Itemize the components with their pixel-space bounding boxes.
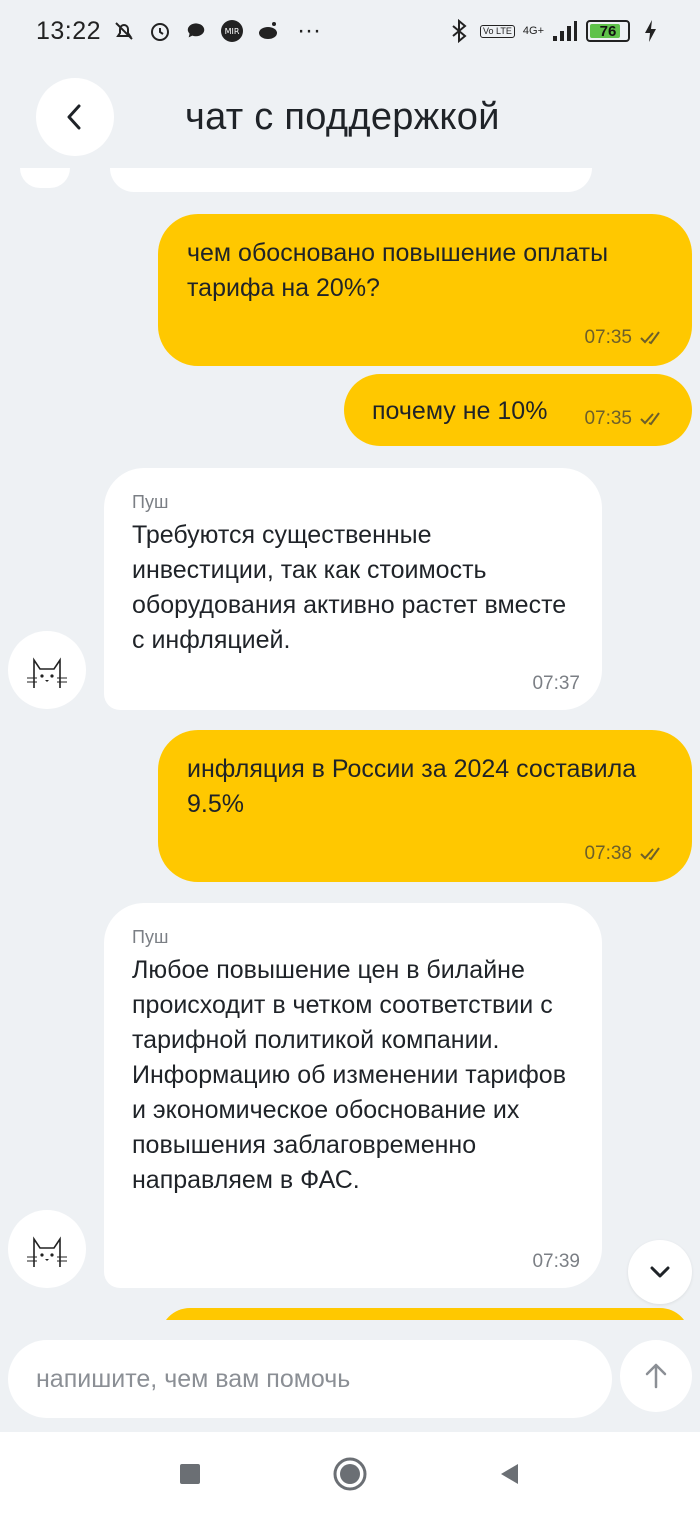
message-text: Любое повышение цен в билайне происходит… xyxy=(132,956,566,1194)
alarm-icon xyxy=(147,18,173,44)
arrow-up-icon xyxy=(645,1363,667,1389)
message-text: почему не 10% xyxy=(372,397,548,425)
double-check-icon xyxy=(640,847,660,861)
chat-header: чат с поддержкой xyxy=(0,72,700,168)
chevron-down-icon xyxy=(650,1266,670,1278)
partial-message xyxy=(110,168,592,192)
system-nav-bar xyxy=(0,1432,700,1517)
message-meta: 07:35 xyxy=(584,408,666,430)
svg-text:MIR: MIR xyxy=(225,27,240,36)
reddit-icon xyxy=(255,18,281,44)
message-text: чем обосновано повышение оплаты тарифа н… xyxy=(187,239,609,302)
network-type: 4G+ xyxy=(522,25,544,37)
double-check-icon xyxy=(640,331,660,345)
back-nav-button[interactable] xyxy=(490,1454,530,1494)
status-time: 13:22 xyxy=(36,16,102,45)
outgoing-message[interactable]: чем обосновано повышение оплаты тарифа н… xyxy=(158,214,692,366)
partial-avatar xyxy=(20,168,70,188)
home-button[interactable] xyxy=(330,1454,370,1494)
cat-icon xyxy=(27,1236,67,1267)
message-time: 07:35 xyxy=(584,327,632,348)
message-input[interactable] xyxy=(8,1340,612,1418)
recent-apps-button[interactable] xyxy=(170,1454,210,1494)
charging-icon xyxy=(638,18,664,44)
bot-avatar xyxy=(8,631,86,709)
message-time: 07:39 xyxy=(532,1251,580,1272)
muted-bell-icon xyxy=(111,18,137,44)
incoming-message[interactable]: Пуш Любое повышение цен в билайне происх… xyxy=(104,903,602,1288)
chat-messages[interactable]: чем обосновано повышение оплаты тарифа н… xyxy=(0,168,700,1320)
triangle-back-icon xyxy=(501,1464,518,1484)
page-title: чат с поддержкой xyxy=(185,96,500,138)
bluetooth-icon xyxy=(446,18,472,44)
chat-app-icon xyxy=(183,18,209,44)
signal-icon xyxy=(552,18,578,44)
sender-name: Пуш xyxy=(132,927,169,947)
outgoing-message[interactable]: инфляция в России за 2024 составила 9.5%… xyxy=(158,730,692,882)
outgoing-message[interactable]: почему не 10% 07:35 xyxy=(344,374,692,446)
sender-name: Пуш xyxy=(132,492,169,512)
volte-icon: Vo LTE xyxy=(480,24,515,38)
mir-app-icon: MIR xyxy=(219,18,245,44)
square-icon xyxy=(180,1464,200,1484)
message-time: 07:35 xyxy=(584,408,632,429)
circle-icon xyxy=(333,1457,367,1491)
partial-message xyxy=(160,1308,690,1320)
message-time: 07:38 xyxy=(584,843,632,864)
double-check-icon xyxy=(640,412,660,426)
message-meta: 07:38 xyxy=(584,843,666,865)
more-notifications-icon: ··· xyxy=(297,17,322,44)
bot-avatar xyxy=(8,1210,86,1288)
chevron-left-icon xyxy=(67,104,81,130)
message-text: инфляция в России за 2024 составила 9.5% xyxy=(187,755,637,818)
message-text: Требуются существенные инвестиции, так к… xyxy=(132,521,567,654)
cat-icon xyxy=(27,657,67,688)
send-button[interactable] xyxy=(620,1340,692,1412)
status-bar: 13:22 MIR ··· Vo LTE 4G+ 76 xyxy=(0,0,700,62)
message-meta: 07:35 xyxy=(584,327,666,349)
message-time: 07:37 xyxy=(532,673,580,694)
battery-icon: 76 xyxy=(586,20,630,42)
back-button[interactable] xyxy=(36,78,114,156)
battery-level: 76 xyxy=(599,22,617,40)
composer xyxy=(0,1320,700,1432)
incoming-message[interactable]: Пуш Требуются существенные инвестиции, т… xyxy=(104,468,602,710)
scroll-down-button[interactable] xyxy=(628,1240,692,1304)
